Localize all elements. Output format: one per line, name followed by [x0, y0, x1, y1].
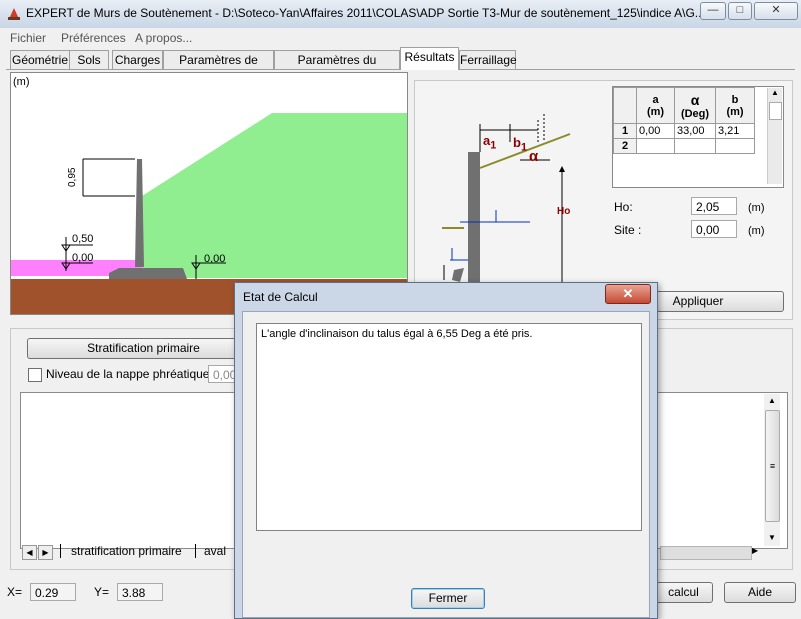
- wall-stem: [135, 159, 144, 267]
- grid-cell-b[interactable]: [715, 138, 755, 154]
- sheet-tab-stratification[interactable]: stratification primaire: [60, 544, 182, 558]
- close-window-button[interactable]: ✕: [754, 2, 798, 20]
- x-label: X=: [7, 585, 23, 599]
- tab-resultats[interactable]: Résultats: [400, 47, 459, 70]
- stratification-button[interactable]: Stratification primaire: [27, 338, 260, 359]
- grid-header-b: b (m): [715, 87, 755, 124]
- grid-cell-b[interactable]: 3,21: [715, 123, 755, 139]
- menu-fichier[interactable]: Fichier: [10, 31, 46, 45]
- a1-label: a1: [483, 133, 497, 152]
- scroll-down-icon[interactable]: ▼: [768, 533, 776, 542]
- ho-input[interactable]: 2,05: [691, 197, 737, 215]
- site-label: Site :: [614, 223, 642, 237]
- tab-ferraillage[interactable]: Ferraillage: [459, 50, 517, 69]
- ho-unit: (m): [748, 202, 765, 214]
- y-label: Y=: [94, 585, 110, 599]
- tab-charges[interactable]: Charges: [112, 50, 163, 69]
- dialog-close-icon[interactable]: ✕: [605, 284, 651, 304]
- grid-cell-alpha[interactable]: 33,00: [674, 123, 716, 139]
- minimize-button[interactable]: —: [700, 2, 726, 20]
- dimension-095: 0,95: [67, 167, 78, 187]
- menu-bar: Fichier Préférences A propos...: [0, 28, 801, 47]
- slope-sketch: [442, 114, 571, 290]
- title-bar: EXPERT de Murs de Soutènement - D:\Sotec…: [0, 0, 801, 29]
- dialog-title: Etat de Calcul: [243, 290, 318, 304]
- horizontal-scroll-thumb[interactable]: [660, 546, 752, 560]
- nappe-checkbox[interactable]: [28, 368, 42, 382]
- scroll-right-icon[interactable]: ▶: [752, 546, 758, 555]
- etat-de-calcul-dialog: Etat de Calcul ✕ L'angle d'inclinaison d…: [234, 282, 658, 619]
- sheet-tab-aval[interactable]: aval: [195, 544, 226, 558]
- tab-parametres-ferraillage[interactable]: Paramètres du ferraillage: [274, 50, 400, 85]
- site-unit: (m): [748, 225, 765, 237]
- grid-header-a: a (m): [636, 87, 675, 124]
- ho-label: Ho:: [614, 200, 633, 214]
- x-value: 0.29: [30, 583, 76, 601]
- grid-cell-a[interactable]: [636, 138, 675, 154]
- sheet-next-icon[interactable]: ▶: [38, 545, 53, 560]
- level-000-left: 0,00: [72, 252, 94, 264]
- unit-label: (m): [13, 76, 30, 88]
- app-icon: [8, 8, 20, 20]
- scroll-up-icon[interactable]: ▲: [768, 396, 776, 405]
- ho-sketch-label: Ho: [557, 206, 571, 217]
- slope-grid[interactable]: a (m) α (Deg) b (m) 1 0,00 33,00 3,21 2: [612, 86, 784, 188]
- window-title: EXPERT de Murs de Soutènement - D:\Sotec…: [26, 6, 705, 20]
- tab-sols[interactable]: Sols: [69, 50, 109, 69]
- row-number: 1: [613, 123, 637, 139]
- scroll-thumb[interactable]: ≡: [765, 410, 780, 522]
- row-number: 2: [613, 138, 637, 154]
- sheet-prev-icon[interactable]: ◀: [22, 545, 37, 560]
- grid-cell-a[interactable]: 0,00: [636, 123, 675, 139]
- scroll-thumb[interactable]: [769, 102, 782, 120]
- message-box: L'angle d'inclinaison du talus égal à 6,…: [256, 323, 642, 531]
- list-scrollbar[interactable]: ▲ ≡ ▼: [764, 394, 780, 546]
- aide-button[interactable]: Aide: [724, 582, 796, 603]
- grid-scrollbar[interactable]: ▲: [767, 88, 782, 184]
- dialog-body: L'angle d'inclinaison du talus égal à 6,…: [242, 311, 650, 618]
- message-text: L'angle d'inclinaison du talus égal à 6,…: [261, 328, 533, 340]
- scroll-up-icon[interactable]: ▲: [769, 88, 781, 100]
- tab-geometrie[interactable]: Géométrie: [10, 50, 70, 69]
- grid-cell-alpha[interactable]: [674, 138, 716, 154]
- fermer-button[interactable]: Fermer: [411, 588, 485, 609]
- grid-header-alpha: α (Deg): [674, 87, 716, 124]
- menu-a-propos[interactable]: A propos...: [135, 31, 192, 45]
- nappe-label: Niveau de la nappe phréatique :: [46, 367, 217, 381]
- level-050: 0,50: [72, 233, 94, 245]
- wall-diagram: (m) 0,95 0,50 0,00 0,00: [10, 72, 408, 315]
- tab-parametres-calcul[interactable]: Paramètres de calcul: [163, 50, 274, 85]
- maximize-button[interactable]: □: [728, 2, 752, 20]
- menu-preferences[interactable]: Préférences: [61, 31, 126, 45]
- site-input[interactable]: 0,00: [691, 220, 737, 238]
- y-value: 3.88: [117, 583, 163, 601]
- level-000-right: 0,00: [204, 253, 226, 265]
- wall-footing: [109, 268, 187, 279]
- b1-label: b1: [513, 135, 527, 154]
- grid-row[interactable]: 2: [613, 138, 755, 154]
- alpha-label: α: [529, 148, 539, 165]
- grid-row[interactable]: 1 0,00 33,00 3,21: [613, 123, 755, 139]
- backfill-soil: [142, 113, 407, 278]
